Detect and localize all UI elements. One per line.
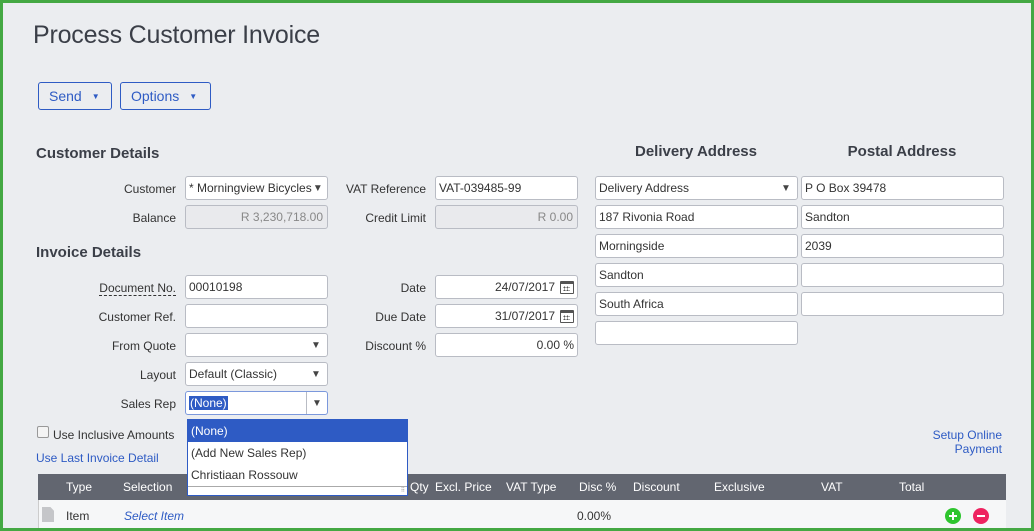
column-header-discount: Discount bbox=[633, 480, 680, 494]
delivery-address-select[interactable]: Delivery Address ▼ bbox=[595, 176, 798, 200]
due-date-value: 31/07/2017 bbox=[494, 309, 555, 323]
sales-rep-combobox[interactable]: (None) ▼ bbox=[185, 391, 328, 415]
sales-rep-input[interactable]: (None) bbox=[189, 396, 306, 410]
date-input[interactable]: 24/07/2017 bbox=[435, 275, 578, 299]
page-title: Process Customer Invoice bbox=[33, 21, 320, 49]
layout-value: Default (Classic) bbox=[189, 367, 278, 381]
document-icon bbox=[42, 507, 54, 522]
page-frame: Process Customer Invoice Send ▼ Options … bbox=[0, 0, 1034, 531]
date-label: Date bbox=[400, 281, 426, 295]
postal-address-line-4[interactable] bbox=[801, 263, 1004, 287]
column-header-exclusive: Exclusive bbox=[714, 480, 765, 494]
delivery-address-line-5[interactable] bbox=[595, 321, 798, 345]
discount-input[interactable]: 0.00 % bbox=[435, 333, 578, 357]
postal-address-line-1[interactable]: P O Box 39478 bbox=[801, 176, 1004, 200]
sales-rep-option-none[interactable]: (None) bbox=[188, 420, 407, 442]
delivery-address-line-4[interactable]: South Africa bbox=[595, 292, 798, 316]
delivery-address-line-2[interactable]: Morningside bbox=[595, 234, 798, 258]
calendar-icon[interactable] bbox=[560, 280, 574, 294]
delivery-address-select-value: Delivery Address bbox=[599, 181, 690, 195]
vat-reference-input[interactable]: VAT-039485-99 bbox=[435, 176, 578, 200]
use-inclusive-amounts-label: Use Inclusive Amounts bbox=[53, 428, 175, 442]
customer-ref-label: Customer Ref. bbox=[98, 310, 176, 324]
document-no-label: Document No. bbox=[56, 281, 176, 296]
customer-details-heading: Customer Details bbox=[36, 145, 160, 162]
discount-label: Discount % bbox=[365, 339, 426, 353]
sales-rep-dropdown-list: (None) (Add New Sales Rep) Christiaan Ro… bbox=[187, 419, 408, 496]
customer-value: * Morningview Bicycles bbox=[189, 181, 312, 195]
column-header-qty: Qty bbox=[410, 480, 429, 494]
delivery-address-heading: Delivery Address bbox=[634, 143, 757, 160]
column-header-selection: Selection bbox=[123, 480, 173, 494]
customer-label: Customer bbox=[123, 182, 176, 196]
chevron-down-icon: ▼ bbox=[781, 182, 791, 194]
credit-limit-label: Credit Limit bbox=[365, 211, 426, 225]
send-button[interactable]: Send ▼ bbox=[38, 82, 112, 110]
calendar-icon[interactable] bbox=[560, 309, 574, 323]
caret-down-icon: ▼ bbox=[189, 91, 198, 101]
column-header-vat: VAT bbox=[821, 480, 843, 494]
chevron-down-icon[interactable]: ▼ bbox=[307, 398, 327, 409]
row-disc-pct[interactable]: 0.00% bbox=[577, 509, 611, 523]
sales-rep-option-add-new[interactable]: (Add New Sales Rep) bbox=[188, 442, 407, 464]
postal-address-heading: Postal Address bbox=[847, 143, 957, 160]
lines-table-header: Type Selection Qty Excl. Price VAT Type … bbox=[38, 474, 1006, 500]
invoice-details-heading: Invoice Details bbox=[36, 244, 142, 261]
send-button-label: Send bbox=[49, 88, 82, 104]
chevron-down-icon: ▼ bbox=[311, 368, 321, 380]
sales-rep-option-christiaan-rossouw[interactable]: Christiaan Rossouw bbox=[188, 464, 407, 486]
vat-reference-label: VAT Reference bbox=[345, 182, 426, 196]
resize-grip-icon[interactable]: ⠿ bbox=[401, 487, 405, 494]
setup-online-payment-link[interactable]: Setup Online Payment bbox=[892, 428, 1002, 456]
use-inclusive-amounts-checkbox[interactable] bbox=[37, 426, 49, 438]
date-value: 24/07/2017 bbox=[494, 280, 555, 294]
table-row: Item Select Item 0.00% bbox=[38, 500, 1006, 528]
sales-rep-label: Sales Rep bbox=[120, 397, 176, 411]
document-no-label-text: Document No. bbox=[99, 281, 176, 296]
remove-line-icon[interactable] bbox=[973, 508, 989, 524]
row-type[interactable]: Item bbox=[66, 509, 89, 523]
column-header-disc-pct: Disc % bbox=[579, 480, 617, 494]
postal-address-line-5[interactable] bbox=[801, 292, 1004, 316]
postal-address-line-2[interactable]: Sandton bbox=[801, 205, 1004, 229]
column-header-excl-price: Excl. Price bbox=[435, 480, 492, 494]
dropdown-footer: ⠿ bbox=[188, 486, 407, 495]
column-header-type: Type bbox=[66, 480, 93, 494]
add-line-icon[interactable] bbox=[945, 508, 961, 524]
sales-rep-selected-text: (None) bbox=[189, 396, 228, 410]
delivery-address-line-3[interactable]: Sandton bbox=[595, 263, 798, 287]
options-button-label: Options bbox=[131, 88, 180, 104]
caret-down-icon: ▼ bbox=[91, 91, 100, 101]
options-button[interactable]: Options ▼ bbox=[120, 82, 211, 110]
select-item-link[interactable]: Select Item bbox=[124, 509, 184, 523]
due-date-label: Due Date bbox=[375, 310, 426, 324]
balance-label: Balance bbox=[132, 211, 176, 225]
use-last-invoice-detail-link[interactable]: Use Last Invoice Detail bbox=[36, 451, 159, 465]
column-header-vat-type: VAT Type bbox=[506, 480, 557, 494]
due-date-input[interactable]: 31/07/2017 bbox=[435, 304, 578, 328]
layout-select[interactable]: Default (Classic) ▼ bbox=[185, 362, 328, 386]
layout-label: Layout bbox=[139, 368, 176, 382]
delivery-address-line-1[interactable]: 187 Rivonia Road bbox=[595, 205, 798, 229]
credit-limit-field: R 0.00 bbox=[435, 205, 578, 229]
postal-address-line-3[interactable]: 2039 bbox=[801, 234, 1004, 258]
from-quote-label: From Quote bbox=[111, 339, 176, 353]
column-header-total: Total bbox=[899, 480, 925, 494]
